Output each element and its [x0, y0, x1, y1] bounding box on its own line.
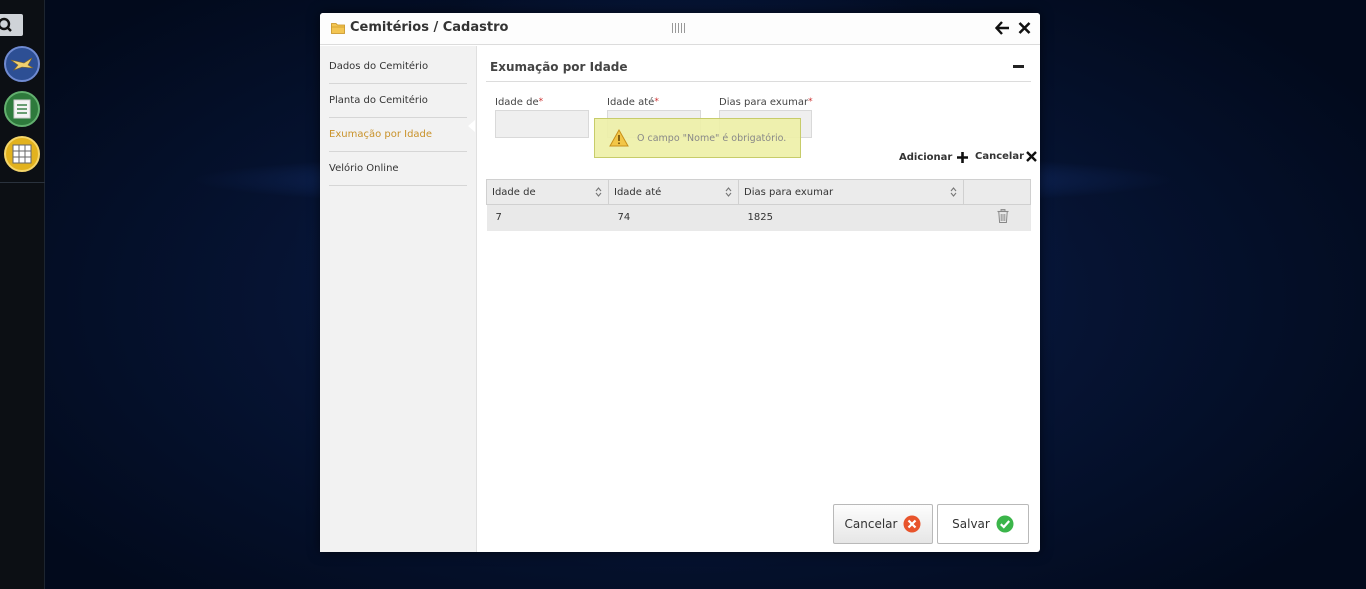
drag-handle[interactable]	[672, 23, 686, 33]
nav-item-exumacao[interactable]: Exumação por Idade	[329, 118, 467, 152]
cell-idade-de: 7	[486, 204, 609, 231]
search-icon	[0, 17, 12, 32]
cancel-circle-icon	[903, 515, 921, 533]
sidebar-app-grid[interactable]	[4, 136, 40, 172]
idade-de-input[interactable]	[495, 110, 589, 138]
section-divider	[486, 81, 1031, 82]
sort-icon	[725, 187, 732, 197]
dias-label: Dias para exumar*	[719, 97, 813, 108]
grid-table-icon	[12, 144, 32, 164]
column-header-idade-de[interactable]: Idade de	[486, 179, 609, 205]
check-circle-icon	[996, 515, 1014, 533]
tooltip-text: O campo "Nome" é obrigatório.	[637, 132, 787, 144]
warning-icon	[609, 129, 629, 147]
column-label: Dias para exumar	[744, 186, 834, 198]
nav-item-dados[interactable]: Dados do Cemitério	[329, 50, 467, 84]
cancel-row-button[interactable]: Cancelar	[975, 151, 1037, 162]
plus-icon	[957, 152, 969, 163]
section-nav: Dados do Cemitério Planta do Cemitério E…	[320, 46, 477, 552]
table-header-row: Idade de Idade até Dias para exumar	[486, 179, 1031, 205]
sort-icon	[950, 187, 957, 197]
exumacao-panel: Exumação por Idade Idade de* Idade até* …	[477, 46, 1040, 552]
app-sidebar	[0, 0, 45, 589]
column-label: Idade até	[614, 186, 662, 198]
column-header-dias[interactable]: Dias para exumar	[738, 179, 964, 205]
dias-label-text: Dias para exumar	[719, 97, 809, 108]
idade-de-label-text: Idade de	[495, 97, 539, 108]
sidebar-app-form[interactable]	[4, 91, 40, 127]
cancel-button-label: Cancelar	[844, 517, 898, 531]
folder-icon	[331, 23, 345, 34]
required-mark: *	[654, 97, 659, 107]
save-button-label: Salvar	[952, 517, 990, 531]
save-button[interactable]: Salvar	[937, 504, 1029, 544]
nav-item-velorio[interactable]: Velório Online	[329, 152, 467, 186]
close-icon[interactable]	[1018, 21, 1031, 35]
active-nav-pointer	[468, 120, 475, 132]
dialog-header: Cemitérios / Cadastro	[320, 13, 1040, 45]
cell-idade-ate: 74	[608, 204, 739, 231]
cell-dias: 1825	[738, 204, 964, 231]
add-label: Adicionar	[899, 152, 953, 163]
idade-de-label: Idade de*	[495, 97, 543, 108]
collapse-button[interactable]	[1013, 65, 1024, 68]
sort-icon	[595, 187, 602, 197]
idade-ate-label-text: Idade até	[607, 97, 655, 108]
cell-actions	[963, 204, 1031, 231]
column-header-idade-ate[interactable]: Idade até	[608, 179, 739, 205]
sidebar-divider	[0, 182, 45, 183]
dialog-title: Cemitérios / Cadastro	[350, 20, 509, 35]
required-mark: *	[808, 97, 813, 107]
table-row[interactable]: 7 74 1825	[486, 204, 1031, 231]
back-arrow-icon[interactable]	[995, 21, 1010, 35]
cadastro-dialog: Cemitérios / Cadastro Dados do Cemitério…	[320, 13, 1040, 552]
exumacao-table: Idade de Idade até Dias para exumar 7 74…	[486, 179, 1031, 231]
form-icon	[13, 99, 31, 119]
cancel-row-label: Cancelar	[975, 151, 1025, 162]
section-title: Exumação por Idade	[490, 60, 628, 74]
required-mark: *	[538, 97, 544, 107]
search-button[interactable]	[0, 14, 23, 36]
sidebar-app-eagle[interactable]	[4, 46, 40, 82]
column-header-actions	[963, 179, 1031, 205]
column-label: Idade de	[492, 186, 536, 198]
cancel-button[interactable]: Cancelar	[833, 504, 933, 544]
validation-tooltip: O campo "Nome" é obrigatório.	[594, 118, 801, 158]
idade-ate-label: Idade até*	[607, 97, 659, 108]
trash-icon[interactable]	[997, 209, 1009, 224]
nav-item-planta[interactable]: Planta do Cemitério	[329, 84, 467, 118]
eagle-icon	[10, 57, 34, 71]
add-button[interactable]: Adicionar	[899, 151, 969, 164]
close-icon	[1026, 151, 1037, 162]
